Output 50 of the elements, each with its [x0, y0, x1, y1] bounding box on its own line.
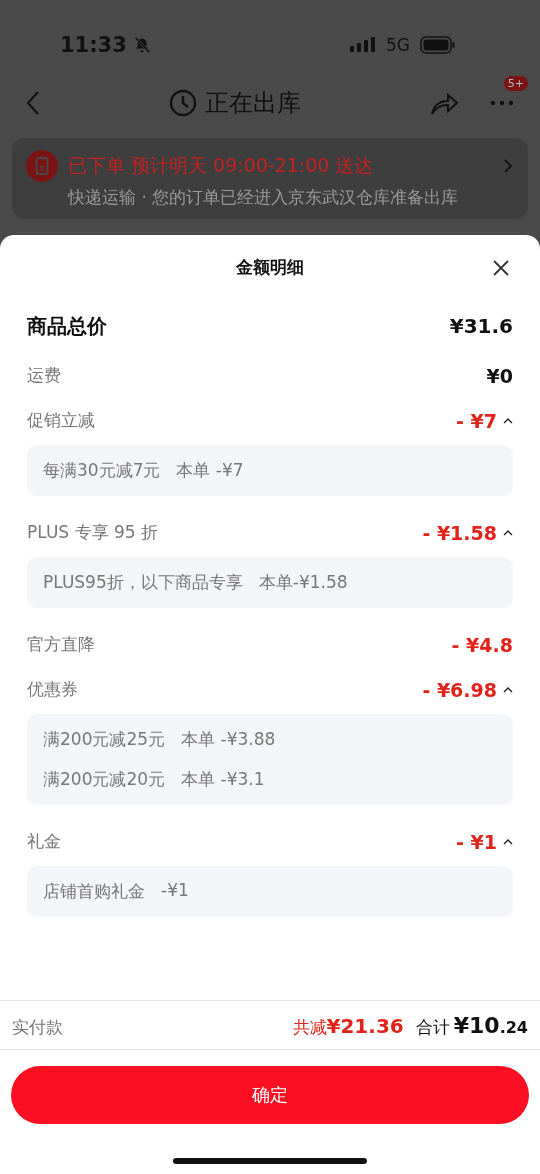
- battery-icon: [420, 36, 456, 54]
- fee-amount: - ¥1: [456, 830, 497, 853]
- fee-amount: - ¥4.8: [451, 633, 513, 656]
- fee-label: 商品总价: [27, 312, 107, 340]
- close-icon[interactable]: [492, 259, 510, 277]
- discount-condition: 满200元减25元: [43, 728, 166, 751]
- fee-label: PLUS 专享 95 折: [27, 521, 158, 544]
- confirm-button[interactable]: 确定: [11, 1066, 529, 1124]
- fee-label: 促销立减: [27, 409, 95, 432]
- clock-icon: [169, 89, 197, 117]
- page-title: 正在出库: [205, 88, 301, 119]
- total-amount: ¥10: [453, 1013, 500, 1038]
- muted-bell-icon: [132, 36, 151, 54]
- discount-amount: 本单 -¥7: [176, 459, 244, 482]
- delivery-detail: 快递运输 · 您的订单已经进入京东武汉仓库准备出库: [68, 186, 460, 209]
- fee-amount: ¥31.6: [449, 314, 513, 338]
- fee-amount: - ¥7: [456, 409, 497, 432]
- discount-amount: 本单 -¥3.1: [181, 768, 265, 791]
- chevron-right-icon: [504, 159, 512, 173]
- order-status-card[interactable]: 已下单 预计明天 09:00-21:00 送达 快递运输 · 您的订单已经进入京东武汉仓库准备出库: [12, 138, 528, 219]
- discount-condition: 店铺首购礼金: [43, 880, 145, 903]
- payment-label: 实付款: [12, 1016, 63, 1039]
- saved-label: 共减: [292, 1016, 327, 1039]
- total-decimals: .24: [499, 1018, 528, 1037]
- fee-label: 优惠券: [27, 678, 78, 701]
- discount-amount: -¥1: [161, 880, 189, 902]
- status-time: 11:33: [60, 33, 127, 57]
- signal-icon: [350, 37, 376, 53]
- network-label: 5G: [386, 35, 410, 55]
- fee-amount: ¥0: [486, 364, 513, 387]
- caret-icon[interactable]: [503, 529, 513, 536]
- total-label: 合计: [415, 1016, 450, 1039]
- saved-amount: ¥21.36: [326, 1014, 404, 1038]
- caret-icon[interactable]: [503, 838, 513, 845]
- fee-label: 官方直降: [27, 633, 95, 656]
- discount-condition: PLUS95折，以下商品专享: [43, 571, 243, 594]
- discount-amount: 本单 -¥3.88: [181, 728, 276, 751]
- discount-condition: 满200元减20元: [43, 768, 166, 791]
- fee-amount: - ¥1.58: [422, 521, 497, 544]
- sheet-title: 金额明细: [236, 255, 304, 279]
- fee-label: 运费: [27, 364, 61, 387]
- receipt-icon: [26, 150, 58, 182]
- discount-amount: 本单-¥1.58: [258, 571, 348, 594]
- discount-condition: 每满30元减7元: [43, 459, 161, 482]
- caret-icon[interactable]: [503, 686, 513, 693]
- notification-badge: 5+: [503, 76, 528, 91]
- fee-amount: - ¥6.98: [422, 678, 497, 701]
- delivery-estimate: 已下单 预计明天 09:00-21:00 送达: [68, 153, 374, 178]
- fee-label: 礼金: [27, 830, 61, 853]
- caret-icon[interactable]: [503, 417, 513, 424]
